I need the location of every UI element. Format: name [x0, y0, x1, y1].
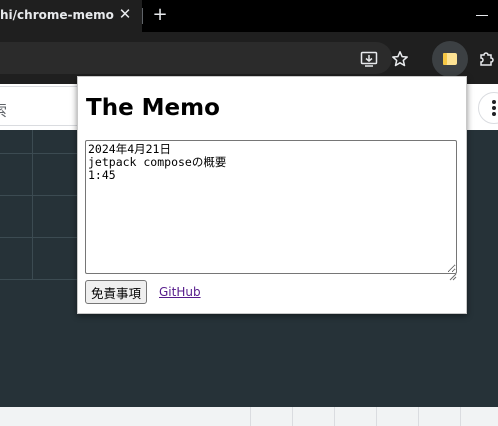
page-more-icon[interactable]: [478, 92, 498, 124]
grid-line: [0, 279, 78, 280]
window-minimize-icon[interactable]: [476, 15, 488, 16]
tab-title: hi/chrome-memo: [0, 8, 114, 22]
extensions-puzzle-icon[interactable]: [476, 48, 498, 70]
page-footer-strip: [0, 407, 498, 426]
new-tab-icon[interactable]: +: [151, 5, 169, 25]
tab-strip: hi/chrome-memo ✕ +: [0, 0, 498, 32]
popup-title: The Memo: [86, 95, 220, 121]
disclaimer-button[interactable]: 免責事項: [85, 280, 148, 304]
github-link[interactable]: GitHub: [159, 285, 201, 299]
tab-separator: [142, 8, 143, 24]
address-bar[interactable]: [0, 42, 392, 74]
grid-line: [0, 153, 78, 154]
bookmark-star-icon[interactable]: [389, 48, 411, 70]
grid-line: [0, 195, 78, 196]
page-search-label: 索: [0, 97, 7, 121]
memo-popup: The Memo 2024年4月21日 jetpack composeの概要 1…: [77, 76, 467, 314]
grid-line: [0, 237, 78, 238]
memo-textarea[interactable]: 2024年4月21日 jetpack composeの概要 1:45: [85, 140, 457, 274]
resize-grip-icon[interactable]: [449, 266, 457, 281]
page-search-box[interactable]: 索: [0, 86, 82, 126]
grid-line: [32, 130, 33, 280]
memo-extension-button[interactable]: [432, 41, 468, 77]
memo-extension-icon: [441, 50, 459, 68]
install-app-icon[interactable]: [358, 48, 380, 70]
browser-tab[interactable]: hi/chrome-memo ✕: [0, 0, 142, 32]
tab-close-icon[interactable]: ✕: [117, 6, 133, 22]
